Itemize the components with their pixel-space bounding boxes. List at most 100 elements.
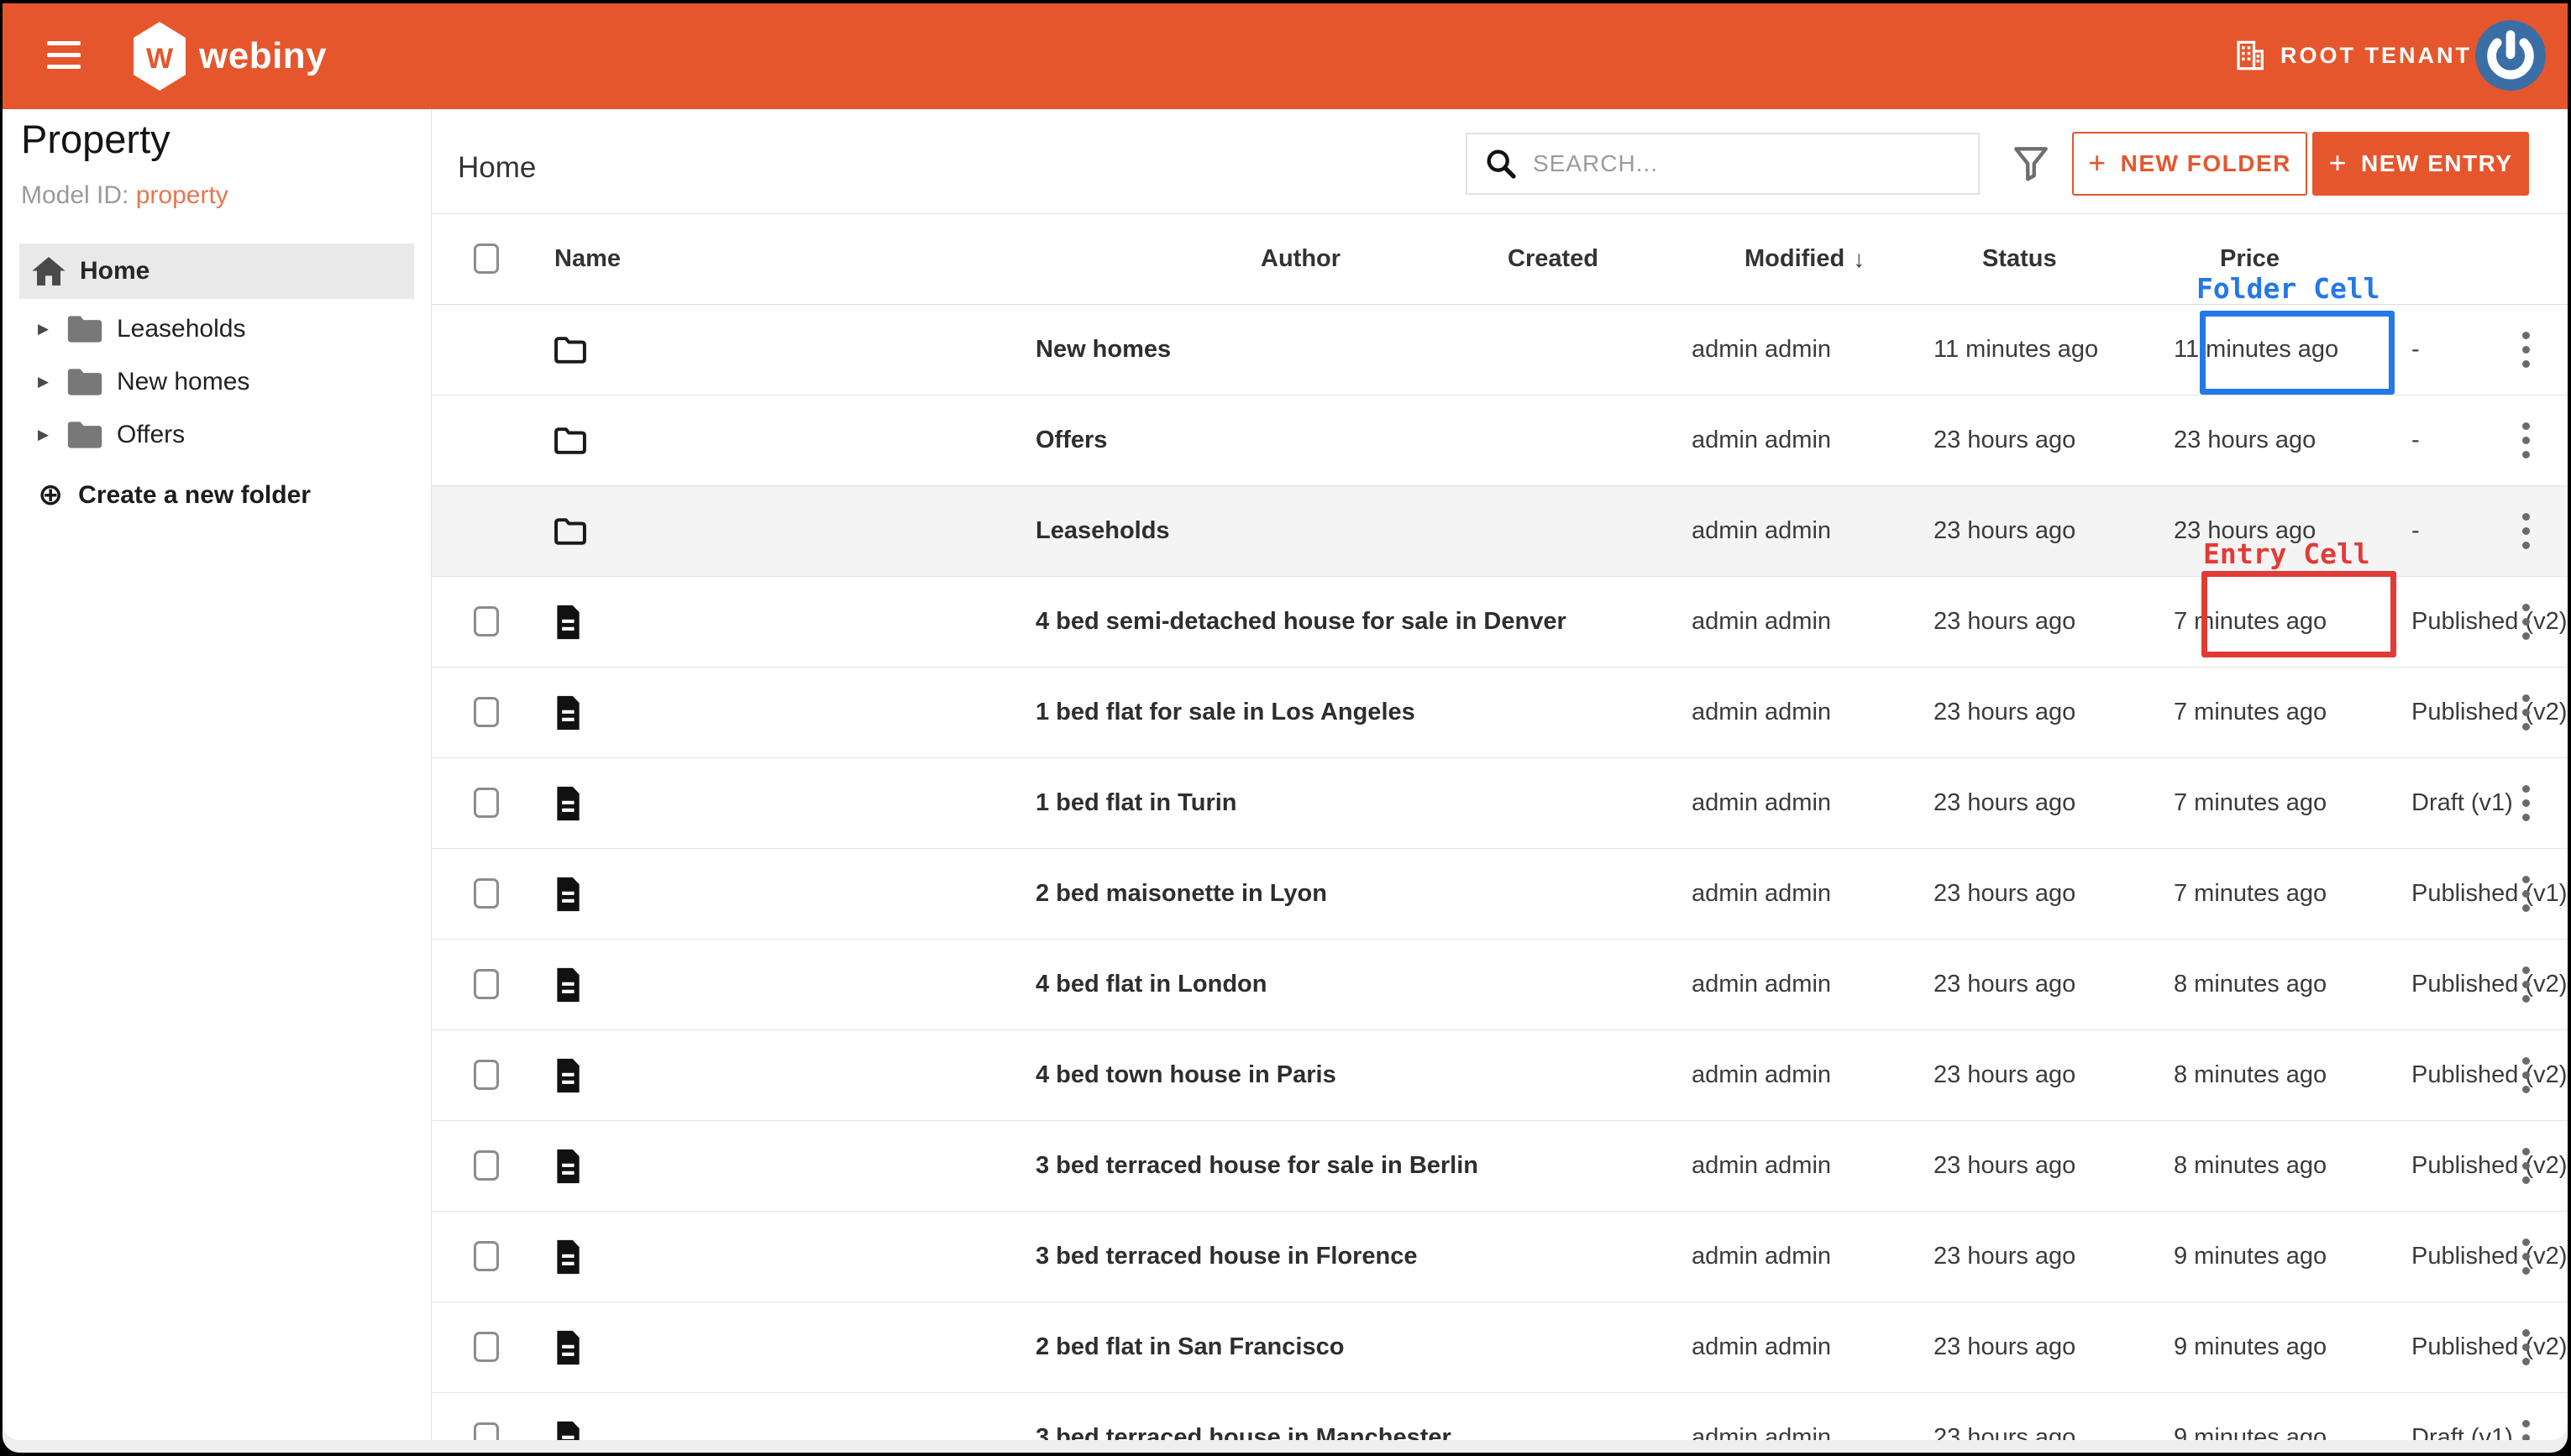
row-name[interactable]: 3 bed terraced house for sale in Berlin — [1036, 1121, 1478, 1211]
row-created: 23 hours ago — [1933, 1393, 2075, 1440]
table-row[interactable]: 3 bed terraced house for sale in Berlin a… — [432, 1121, 2568, 1212]
user-avatar[interactable] — [2475, 20, 2546, 91]
row-menu-button[interactable] — [2509, 1212, 2542, 1301]
row-menu-button[interactable] — [2509, 1121, 2542, 1211]
row-created: 23 hours ago — [1933, 849, 2075, 939]
column-header-name[interactable]: Name — [554, 214, 621, 304]
row-checkbox[interactable] — [474, 1332, 499, 1362]
row-checkbox[interactable] — [474, 1150, 499, 1181]
row-menu-button[interactable] — [2509, 668, 2542, 757]
row-author: admin admin — [1692, 1121, 1831, 1211]
row-menu-button[interactable] — [2509, 486, 2542, 576]
row-name[interactable]: 3 bed terraced house in Manchester — [1036, 1393, 1451, 1440]
caret-right-icon[interactable]: ▶ — [38, 374, 63, 390]
table-row[interactable]: 4 bed town house in Parisadmin admin23 h… — [432, 1030, 2568, 1121]
row-author: admin admin — [1692, 1302, 1831, 1392]
table-row[interactable]: 1 bed flat for sale in Los Angelesadmin … — [432, 668, 2568, 758]
row-menu-button[interactable] — [2509, 305, 2542, 395]
row-name[interactable]: 1 bed flat for sale in Los Angeles — [1036, 668, 1415, 757]
row-name[interactable]: Offers — [1036, 395, 1107, 485]
row-name[interactable]: 4 bed semi-detached house for sale in De… — [1036, 577, 1566, 667]
folder-icon — [66, 420, 103, 450]
row-menu-button[interactable] — [2509, 1393, 2542, 1440]
sidebar-folder-offers[interactable]: ▶Offers — [19, 408, 414, 461]
svg-text:W: W — [146, 43, 174, 75]
search-input[interactable] — [1531, 149, 1938, 178]
model-id-line: Model ID: property — [21, 181, 228, 210]
row-name[interactable]: Leaseholds — [1036, 486, 1170, 576]
row-created: 23 hours ago — [1933, 1030, 2075, 1120]
row-name[interactable]: 4 bed flat in London — [1036, 940, 1267, 1029]
new-folder-label: NEW FOLDER — [2121, 150, 2291, 177]
document-icon — [553, 1302, 583, 1392]
create-folder-button[interactable]: ⊕ Create a new folder — [19, 470, 414, 521]
row-checkbox[interactable] — [474, 1422, 499, 1441]
row-name[interactable]: 2 bed maisonette in Lyon — [1036, 849, 1327, 939]
new-entry-button[interactable]: + NEW ENTRY — [2312, 132, 2529, 196]
table-body: New homesadmin admin11 minutes ago11 min… — [432, 305, 2568, 1440]
table-row[interactable]: Offersadmin admin23 hours ago23 hours ag… — [432, 395, 2568, 486]
row-name[interactable]: New homes — [1036, 305, 1171, 395]
sidebar-folder-leaseholds[interactable]: ▶ Leaseholds — [19, 302, 414, 355]
row-checkbox[interactable] — [474, 606, 499, 636]
table-row[interactable]: 4 bed flat in Londonadmin admin23 hours … — [432, 940, 2568, 1030]
table-row[interactable]: 2 bed flat in San Franciscoadmin admin23… — [432, 1302, 2568, 1393]
document-icon — [553, 758, 583, 848]
sidebar-folder-label: Leaseholds — [117, 315, 245, 343]
table-row[interactable]: 2 bed maisonette in Lyonadmin admin23 ho… — [432, 849, 2568, 940]
brand-wordmark: webiny — [199, 35, 327, 77]
column-header-status[interactable]: Status — [1982, 214, 2057, 304]
row-status: Published (v2) — [2411, 668, 2567, 757]
create-folder-label: Create a new folder — [78, 481, 311, 510]
caret-right-icon[interactable]: ▶ — [38, 321, 63, 338]
select-all-checkbox[interactable] — [474, 244, 499, 274]
sidebar-item-home[interactable]: Home — [19, 244, 414, 299]
row-checkbox[interactable] — [474, 1241, 499, 1271]
row-created: 23 hours ago — [1933, 1212, 2075, 1301]
webiny-logo-icon[interactable]: W — [134, 22, 186, 95]
row-menu-button[interactable] — [2509, 849, 2542, 939]
row-created: 23 hours ago — [1933, 577, 2075, 667]
hamburger-menu-icon[interactable] — [47, 41, 81, 70]
row-name[interactable]: 4 bed town house in Paris — [1036, 1030, 1336, 1120]
column-header-created[interactable]: Created — [1508, 214, 1598, 304]
row-created: 23 hours ago — [1933, 940, 2075, 1029]
table-row[interactable]: 1 bed flat in Turinadmin admin23 hours a… — [432, 758, 2568, 849]
row-status: Draft (v1) — [2411, 1393, 2513, 1440]
sidebar-folder-new-homes[interactable]: ▶ New homes — [19, 355, 414, 408]
column-header-author[interactable]: Author — [1261, 214, 1341, 304]
column-header-modified[interactable]: Modified ↓ — [1745, 214, 1865, 304]
row-menu-button[interactable] — [2509, 395, 2542, 485]
row-status: Published (v2) — [2411, 940, 2567, 1029]
row-menu-button[interactable] — [2509, 758, 2542, 848]
document-icon — [553, 940, 583, 1029]
row-status: Published (v1) — [2411, 849, 2567, 939]
document-icon — [553, 668, 583, 757]
document-icon — [553, 577, 583, 667]
row-menu-button[interactable] — [2509, 940, 2542, 1029]
table-row[interactable]: 3 bed terraced house in Florenceadmin ad… — [432, 1212, 2568, 1302]
tenant-label: ROOT TENANT — [2280, 43, 2472, 69]
sort-desc-icon: ↓ — [1853, 246, 1865, 273]
row-name[interactable]: 3 bed terraced house in Florence — [1036, 1212, 1417, 1301]
row-checkbox[interactable] — [474, 969, 499, 999]
table-row[interactable]: 3 bed terraced house in Manchesteradmin … — [432, 1393, 2568, 1440]
tenant-switcher[interactable]: ROOT TENANT — [2237, 40, 2472, 71]
row-menu-button[interactable] — [2509, 1302, 2542, 1392]
new-folder-button[interactable]: + NEW FOLDER — [2072, 132, 2307, 196]
row-name[interactable]: 1 bed flat in Turin — [1036, 758, 1237, 848]
row-modified: 8 minutes ago — [2174, 940, 2327, 1029]
row-checkbox[interactable] — [474, 1060, 499, 1090]
sidebar-folder-label: New homes — [117, 368, 249, 396]
row-menu-button[interactable] — [2509, 1030, 2542, 1120]
circled-plus-icon: ⊕ — [38, 480, 63, 511]
row-checkbox[interactable] — [474, 697, 499, 727]
row-menu-button[interactable] — [2509, 577, 2542, 667]
row-name[interactable]: 2 bed flat in San Francisco — [1036, 1302, 1344, 1392]
caret-right-icon[interactable]: ▶ — [38, 427, 63, 443]
row-checkbox[interactable] — [474, 878, 499, 909]
filter-icon[interactable] — [2010, 143, 2052, 185]
folder-icon — [66, 367, 103, 397]
row-created: 11 minutes ago — [1933, 305, 2098, 395]
row-checkbox[interactable] — [474, 788, 499, 818]
